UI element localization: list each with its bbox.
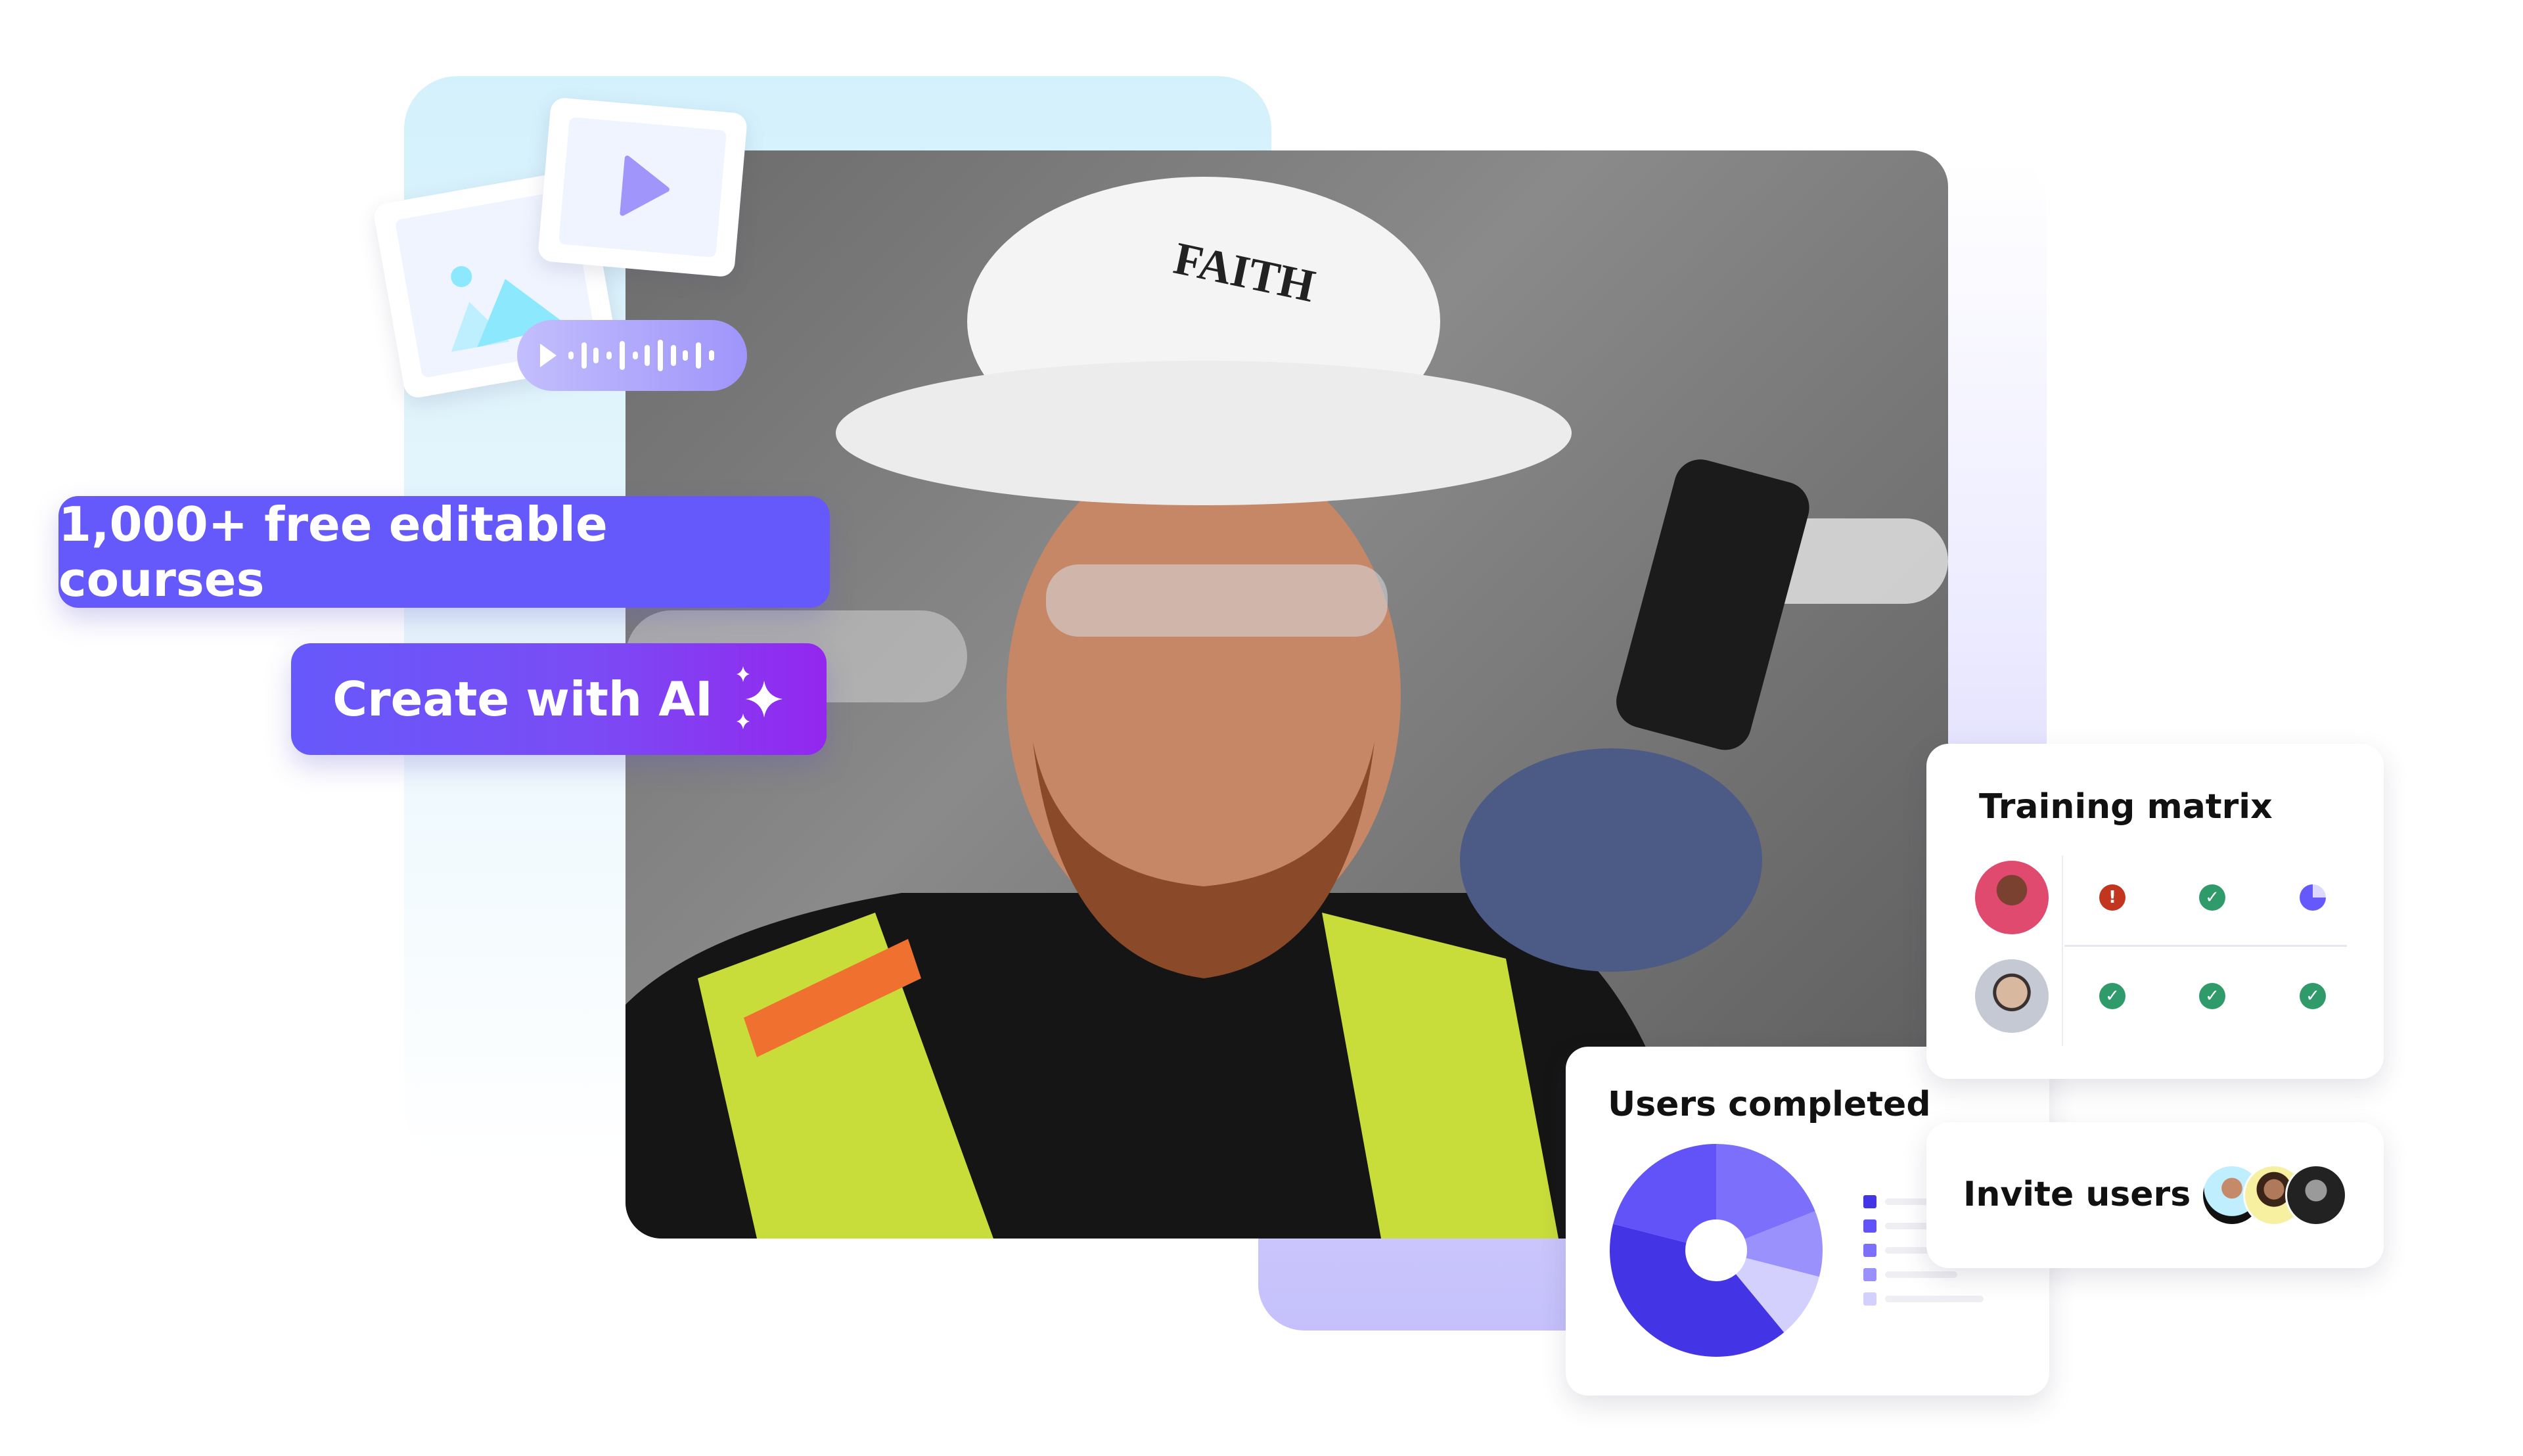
training-matrix-title: Training matrix — [1979, 787, 2273, 827]
legend-swatch — [1863, 1195, 1876, 1208]
complete-check-icon[interactable]: ✓ — [2099, 983, 2125, 1009]
create-with-ai-button[interactable]: Create with AI — [291, 643, 827, 755]
invite-avatar-3 — [2285, 1164, 2347, 1226]
legend-swatch — [1863, 1268, 1876, 1281]
invite-users-label: Invite users — [1963, 1175, 2191, 1214]
audio-pill — [517, 320, 747, 391]
play-icon — [620, 155, 670, 216]
overdue-status-icon[interactable]: ! — [2099, 884, 2125, 911]
complete-check-icon[interactable]: ✓ — [2300, 983, 2326, 1009]
matrix-avatar-woman[interactable] — [1975, 861, 2049, 934]
create-with-ai-label: Create with AI — [332, 671, 713, 727]
in-progress-icon[interactable] — [2300, 884, 2326, 911]
training-matrix-card: Training matrix ! ✓ ✓ ✓ ✓ — [1926, 744, 2384, 1079]
legend-placeholder-line — [1885, 1296, 1984, 1302]
users-completed-title: Users completed — [1608, 1085, 1931, 1124]
users-completed-donut — [1610, 1144, 1823, 1357]
legend-swatch — [1863, 1219, 1876, 1233]
sparkles-icon — [736, 666, 783, 729]
legend-swatch — [1863, 1244, 1876, 1257]
audio-waveform-icon — [540, 340, 714, 371]
matrix-vertical-divider — [2062, 855, 2063, 1046]
matrix-avatar-man[interactable] — [1975, 959, 2049, 1033]
legend-swatch — [1863, 1292, 1876, 1306]
legend-placeholder-line — [1885, 1271, 1957, 1278]
matrix-row-divider — [2064, 945, 2347, 947]
free-courses-label: 1,000+ free editable courses — [58, 497, 608, 607]
invite-users-card[interactable]: Invite users — [1926, 1122, 2384, 1268]
video-card — [537, 97, 748, 278]
complete-check-icon[interactable]: ✓ — [2199, 983, 2225, 1009]
complete-check-icon[interactable]: ✓ — [2199, 884, 2225, 911]
free-courses-button[interactable]: 1,000+ free editable courses — [58, 496, 830, 608]
